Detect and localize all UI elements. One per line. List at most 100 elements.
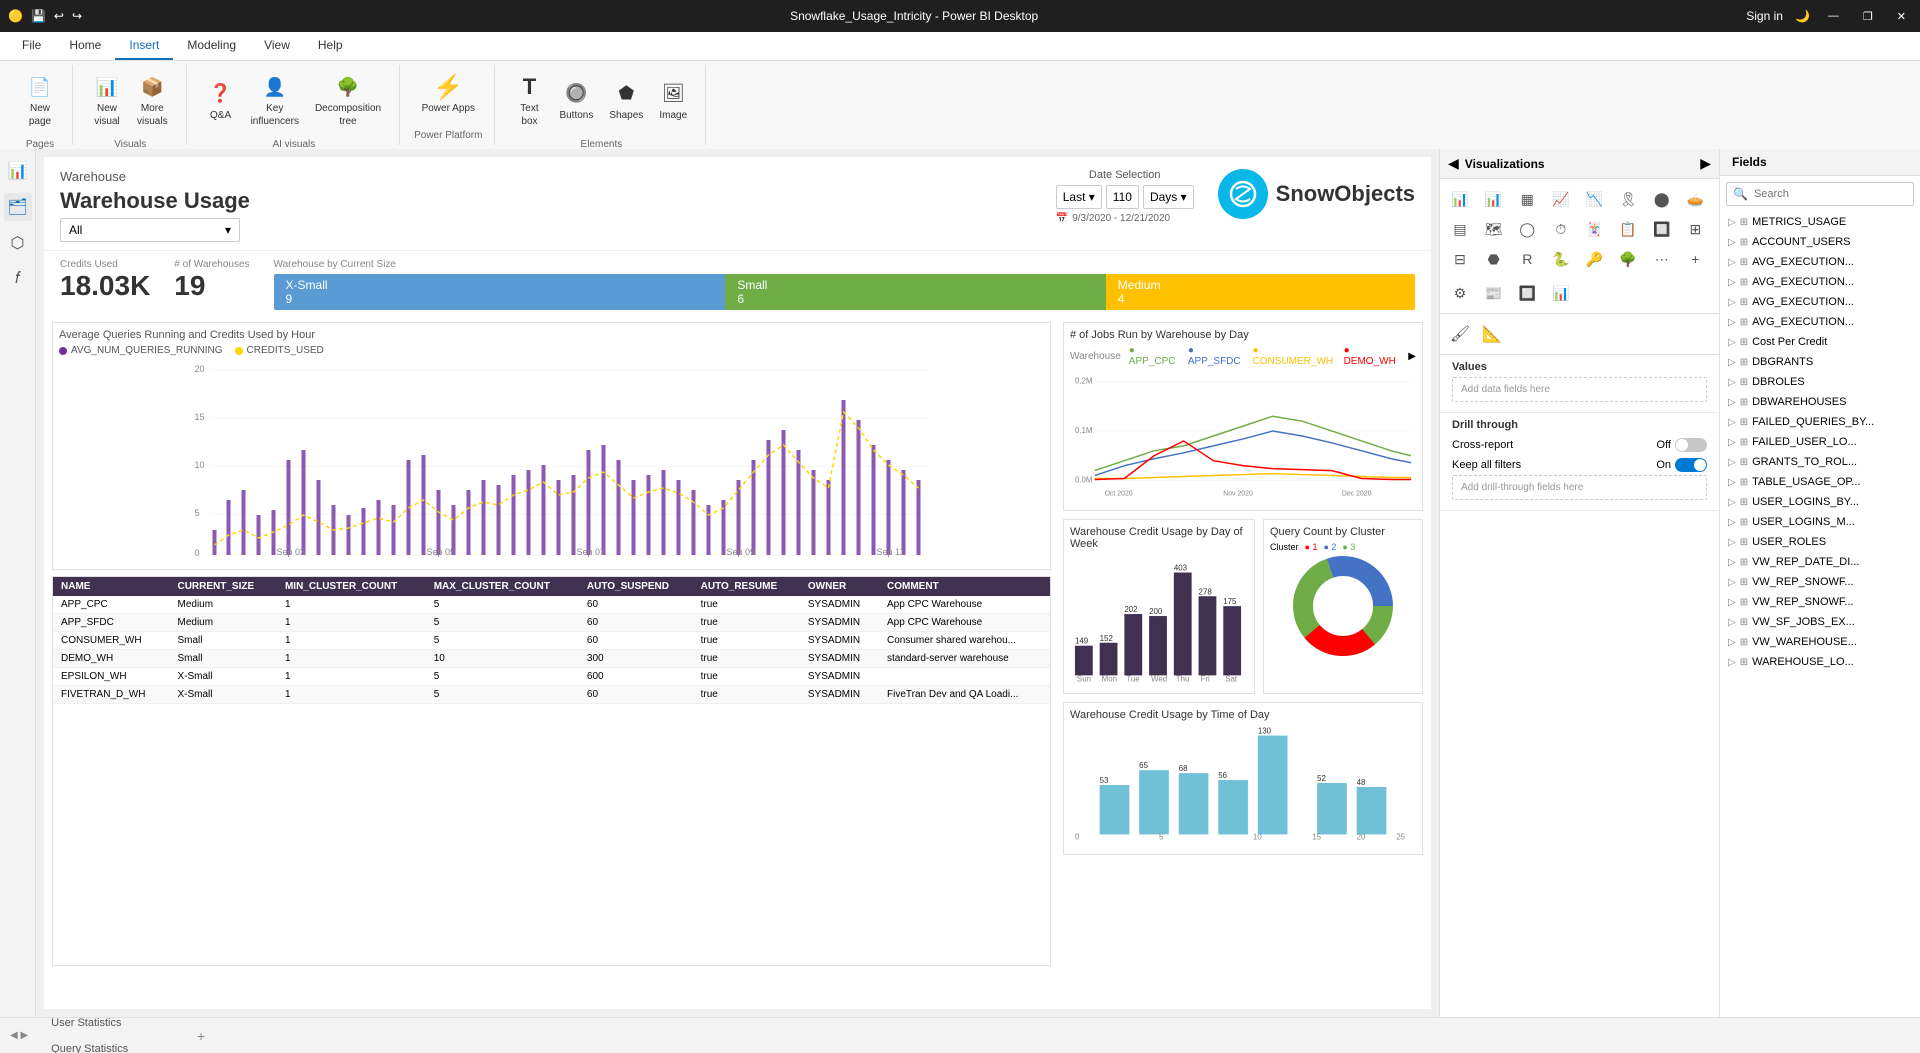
viz-key-influencers[interactable]: 🔑 (1581, 245, 1609, 273)
tab-modeling[interactable]: Modeling (173, 32, 250, 60)
date-value-input[interactable]: 110 (1106, 185, 1139, 209)
theme-toggle[interactable]: 🌙 (1795, 9, 1810, 23)
field-item[interactable]: ▷ ⊞ USER_LOGINS_BY... (1720, 492, 1920, 512)
fields-search-input[interactable] (1754, 188, 1907, 200)
field-item[interactable]: ▷ ⊞ USER_ROLES (1720, 532, 1920, 552)
nav-data-icon[interactable]: 🗂 (4, 193, 32, 221)
shapes-button[interactable]: ⬟ Shapes (603, 76, 649, 125)
viz-rscript[interactable]: R (1513, 245, 1541, 273)
viz-more[interactable]: ⋯ (1648, 245, 1676, 273)
keep-filters-toggle[interactable]: On (1656, 458, 1707, 472)
field-item[interactable]: ▷ ⊞ AVG_EXECUTION... (1720, 252, 1920, 272)
viz-python[interactable]: 🐍 (1547, 245, 1575, 273)
tab-help[interactable]: Help (304, 32, 357, 60)
tab-home[interactable]: Home (55, 32, 115, 60)
qa-button[interactable]: ❓ Q&A (201, 76, 241, 125)
buttons-button[interactable]: 🔘 Buttons (553, 76, 599, 125)
viz-decomp[interactable]: 🌳 (1614, 245, 1642, 273)
field-item[interactable]: ▷ ⊞ USER_LOGINS_M... (1720, 512, 1920, 532)
close-button[interactable]: ✕ (1891, 8, 1912, 25)
tab-item-user-statistics[interactable]: User Statistics (36, 1017, 188, 1036)
signin-button[interactable]: Sign in (1746, 9, 1783, 23)
quick-access-undo[interactable]: ↩ (54, 9, 64, 23)
collapse-left-icon[interactable]: ◀ (1448, 155, 1459, 172)
viz-funnel[interactable]: ⬣ (1480, 245, 1508, 273)
field-item[interactable]: ▷ ⊞ AVG_EXECUTION... (1720, 312, 1920, 332)
field-item[interactable]: ▷ ⊞ ACCOUNT_USERS (1720, 232, 1920, 252)
field-item[interactable]: ▷ ⊞ FAILED_USER_LO... (1720, 432, 1920, 452)
viz-extra-2[interactable]: 📰 (1480, 279, 1508, 307)
nav-dax-icon[interactable]: 𝑓 (4, 265, 32, 293)
viz-donut[interactable]: ◯ (1513, 215, 1541, 243)
more-visuals-button[interactable]: 📦 More visuals (131, 69, 174, 131)
date-unit-dropdown[interactable]: Days ▾ (1143, 185, 1194, 209)
new-page-button[interactable]: 📄 New page (20, 69, 60, 131)
date-last-dropdown[interactable]: Last ▾ (1056, 185, 1102, 209)
field-item[interactable]: ▷ ⊞ GRANTS_TO_ROL... (1720, 452, 1920, 472)
viz-area[interactable]: 📉 (1581, 185, 1609, 213)
viz-line[interactable]: 📈 (1547, 185, 1575, 213)
viz-bar-chart[interactable]: 📊 (1446, 185, 1474, 213)
field-item[interactable]: ▷ ⊞ VW_REP_SNOWF... (1720, 572, 1920, 592)
viz-table[interactable]: ⊞ (1681, 215, 1709, 243)
field-item[interactable]: ▷ ⊞ FAILED_QUERIES_BY... (1720, 412, 1920, 432)
field-item[interactable]: ▷ ⊞ DBGRANTS (1720, 352, 1920, 372)
tab-file[interactable]: File (8, 32, 55, 60)
image-button[interactable]: 🖼 Image (653, 76, 693, 125)
field-item[interactable]: ▷ ⊞ VW_REP_DATE_DI... (1720, 552, 1920, 572)
viz-extra-1[interactable]: ⚙ (1446, 279, 1474, 307)
field-item[interactable]: ▷ ⊞ METRICS_USAGE (1720, 212, 1920, 232)
format-icon[interactable]: 🖌 (1446, 320, 1474, 348)
viz-gauge[interactable]: ⏱ (1547, 215, 1575, 243)
fields-search-box[interactable]: 🔍 (1726, 182, 1914, 206)
add-drill-placeholder[interactable]: Add drill-through fields here (1452, 475, 1707, 500)
tab-insert[interactable]: Insert (115, 32, 173, 60)
viz-extra-4[interactable]: 📊 (1547, 279, 1575, 307)
field-item[interactable]: ▷ ⊞ Cost Per Credit (1720, 332, 1920, 352)
viz-stacked-bar[interactable]: 📊 (1480, 185, 1508, 213)
expand-right-icon[interactable]: ▶ (1700, 155, 1711, 172)
new-visual-button[interactable]: 📊 New visual (87, 69, 127, 131)
minimize-button[interactable]: — (1822, 8, 1845, 24)
field-item[interactable]: ▷ ⊞ WAREHOUSE_LO... (1720, 652, 1920, 672)
cross-report-toggle[interactable]: Off (1657, 438, 1707, 452)
keep-filters-track[interactable] (1675, 458, 1707, 472)
viz-custom[interactable]: + (1681, 245, 1709, 273)
add-data-placeholder[interactable]: Add data fields here (1452, 377, 1707, 402)
jobs-nav-right[interactable]: ▶ (1408, 351, 1416, 362)
viz-kpi[interactable]: 📋 (1614, 215, 1642, 243)
viz-slicer[interactable]: 🔲 (1648, 215, 1676, 243)
quick-access-redo[interactable]: ↪ (72, 9, 82, 23)
viz-extra-3[interactable]: 🔲 (1513, 279, 1541, 307)
viz-scatter[interactable]: ⬤ (1648, 185, 1676, 213)
viz-100-bar[interactable]: ▦ (1513, 185, 1541, 213)
viz-map[interactable]: 🗺 (1480, 215, 1508, 243)
restore-button[interactable]: ❐ (1857, 8, 1879, 25)
viz-treemap[interactable]: ▤ (1446, 215, 1474, 243)
nav-report-icon[interactable]: 📊 (4, 157, 32, 185)
tab-item-query-statistics[interactable]: Query Statistics (36, 1036, 188, 1053)
warehouse-filter-dropdown[interactable]: All ▾ (60, 218, 240, 242)
field-item[interactable]: ▷ ⊞ DBWAREHOUSES (1720, 392, 1920, 412)
quick-access-save[interactable]: 💾 (31, 9, 46, 23)
tab-view[interactable]: View (250, 32, 304, 60)
key-influencers-button[interactable]: 👤 Key influencers (245, 69, 305, 131)
field-item[interactable]: ▷ ⊞ VW_REP_SNOWF... (1720, 592, 1920, 612)
field-item[interactable]: ▷ ⊞ DBROLES (1720, 372, 1920, 392)
decomposition-button[interactable]: 🌳 Decomposition tree (309, 69, 387, 131)
field-item[interactable]: ▷ ⊞ TABLE_USAGE_OP... (1720, 472, 1920, 492)
field-item[interactable]: ▷ ⊞ VW_WAREHOUSE... (1720, 632, 1920, 652)
viz-card[interactable]: 🃏 (1581, 215, 1609, 243)
viz-ribbon[interactable]: 🎗 (1614, 185, 1642, 213)
power-apps-button[interactable]: ⚡ Power Apps (416, 69, 481, 118)
field-item[interactable]: ▷ ⊞ AVG_EXECUTION... (1720, 272, 1920, 292)
analytics-icon[interactable]: 📐 (1478, 320, 1506, 348)
field-item[interactable]: ▷ ⊞ VW_SF_JOBS_EX... (1720, 612, 1920, 632)
cross-report-track[interactable] (1675, 438, 1707, 452)
text-box-button[interactable]: T Text box (509, 69, 549, 131)
nav-model-icon[interactable]: ⬡ (4, 229, 32, 257)
add-tab-button[interactable]: + (190, 1025, 212, 1047)
viz-pie[interactable]: 🥧 (1681, 185, 1709, 213)
field-item[interactable]: ▷ ⊞ AVG_EXECUTION... (1720, 292, 1920, 312)
viz-matrix[interactable]: ⊟ (1446, 245, 1474, 273)
